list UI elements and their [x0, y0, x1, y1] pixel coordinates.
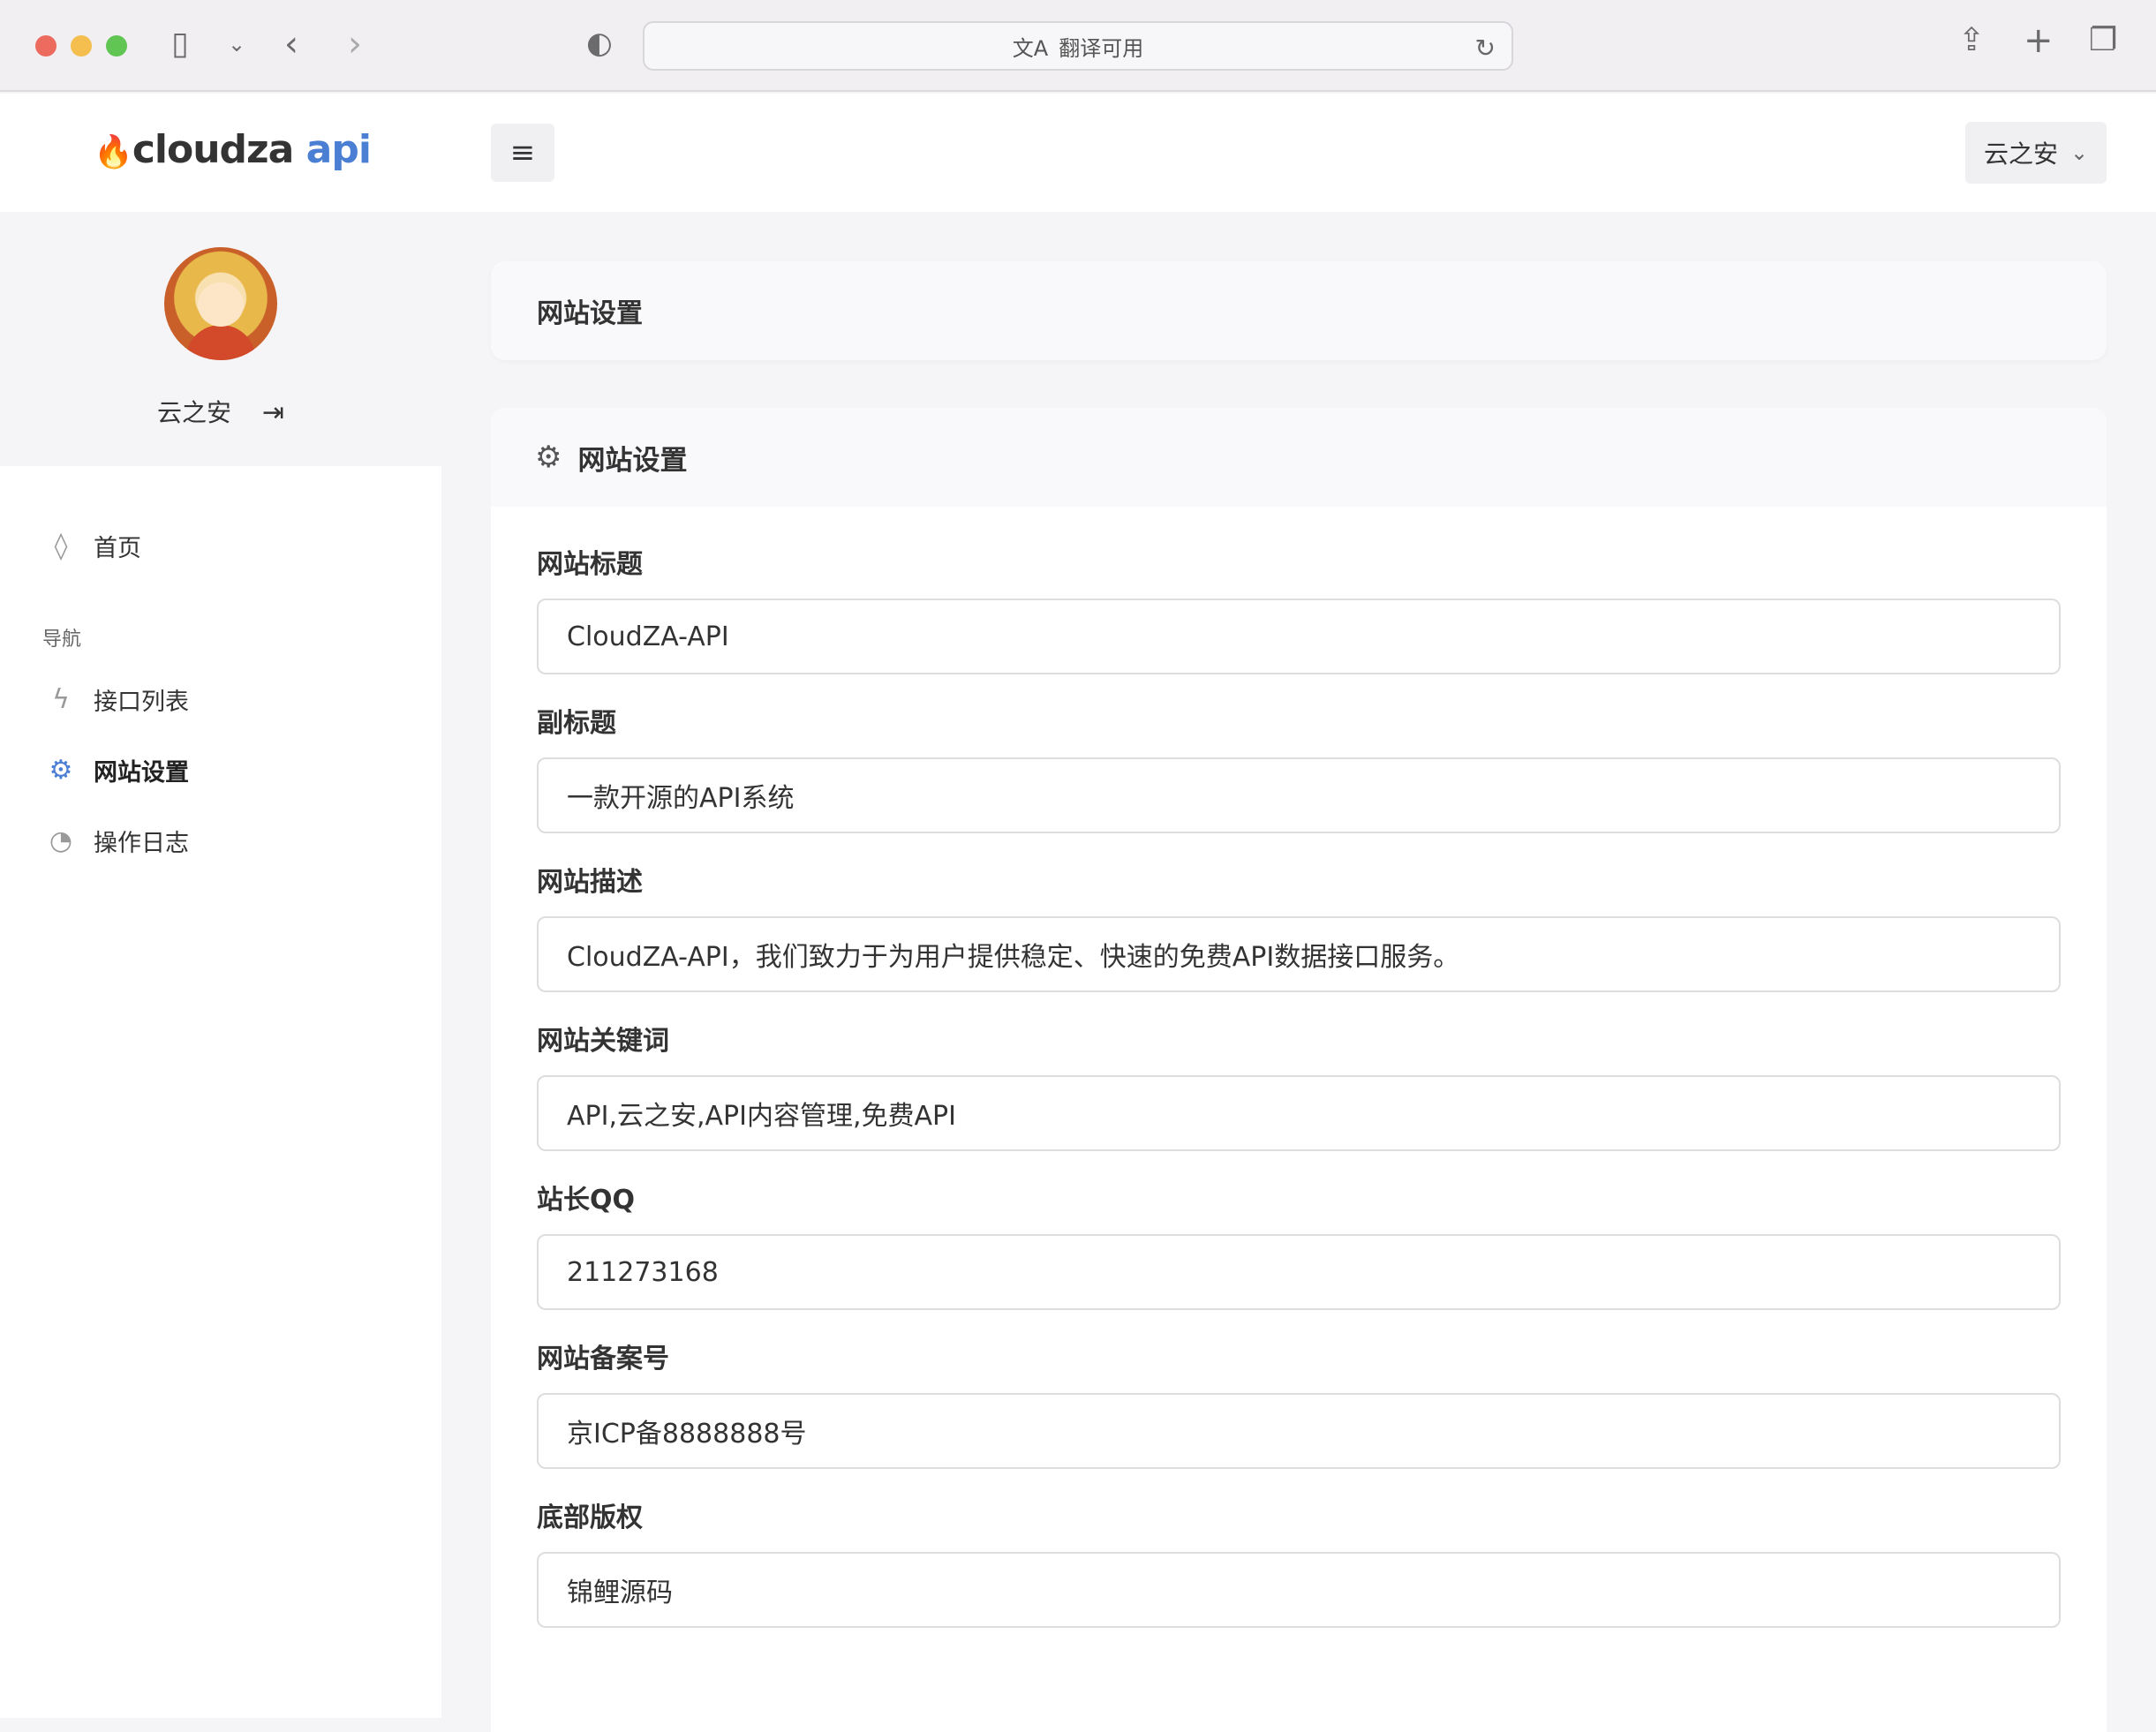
sidebar-item-label: 首页: [94, 534, 141, 562]
avatar-body: [185, 325, 256, 360]
gear-icon: ⚙: [535, 440, 562, 475]
icp-input[interactable]: [537, 1393, 2061, 1469]
back-icon[interactable]: ‹: [284, 26, 298, 62]
qq-label: 站长QQ: [537, 1185, 636, 1216]
sidebar: 云之安 ⇥ ◊ 首页 导航 ϟ 接口列表 ⚙ 网站设置 ◔ 操作日志: [0, 212, 441, 1718]
profile-name-row: 云之安 ⇥: [0, 394, 441, 429]
qq-input[interactable]: [537, 1234, 2061, 1310]
form-group-description: 网站描述: [537, 860, 2061, 992]
address-bar[interactable]: 文A 翻译可用 ↻: [643, 21, 1513, 71]
menu-toggle-button[interactable]: ≡: [491, 124, 554, 182]
logo[interactable]: 🔥cloudza api: [94, 127, 372, 172]
minimize-window-button[interactable]: [71, 35, 92, 56]
form-group-qq: 站长QQ: [537, 1178, 2061, 1310]
sidebar-toggle-icon[interactable]: ▯: [171, 28, 189, 60]
logout-icon[interactable]: ⇥: [262, 397, 284, 428]
profile-panel: 云之安 ⇥: [0, 212, 441, 466]
forward-icon[interactable]: ›: [348, 26, 362, 62]
sidebar-item-label: 网站设置: [94, 758, 189, 787]
profile-name: 云之安: [156, 398, 231, 427]
gear-icon: ⚙: [49, 754, 73, 786]
browser-toolbar: ▯ ⌄ ‹ › ◐ 文A 翻译可用 ↻ ⇪ + ❐: [0, 0, 2156, 92]
logo-main-text: cloudza: [132, 127, 295, 172]
subtitle-label: 副标题: [537, 708, 616, 739]
sidebar-item-operation-log[interactable]: ◔ 操作日志: [0, 805, 441, 876]
close-window-button[interactable]: [35, 35, 57, 56]
user-dropdown-label: 云之安: [1983, 139, 2058, 169]
form-group-copyright: 底部版权: [537, 1495, 2061, 1628]
site-title-input[interactable]: [537, 599, 2061, 674]
app-header: 🔥cloudza api ≡ 云之安 ⌄: [0, 94, 2156, 212]
bolt-icon: ϟ: [52, 683, 70, 715]
tab-overview-icon[interactable]: ❐: [2089, 25, 2117, 56]
share-icon[interactable]: ⇪: [1958, 25, 1985, 56]
subtitle-input[interactable]: [537, 757, 2061, 833]
sidebar-nav: ◊ 首页 导航 ϟ 接口列表 ⚙ 网站设置 ◔ 操作日志: [0, 466, 441, 876]
form-group-keywords: 网站关键词: [537, 1019, 2061, 1151]
site-title-label: 网站标题: [537, 549, 643, 580]
logo-accent-text: api: [305, 127, 372, 172]
keywords-label: 网站关键词: [537, 1026, 669, 1057]
card-header: ⚙ 网站设置: [491, 408, 2107, 507]
sidebar-item-site-settings[interactable]: ⚙ 网站设置: [0, 734, 441, 805]
reload-icon[interactable]: ↻: [1475, 34, 1496, 63]
nav-section-label: 导航: [42, 629, 82, 651]
droplet-icon: ◊: [54, 530, 68, 561]
shield-icon[interactable]: ◐: [586, 28, 613, 58]
hamburger-icon: ≡: [509, 135, 536, 170]
card-title: 网站设置: [577, 444, 688, 477]
sidebar-item-label: 操作日志: [94, 829, 189, 857]
settings-form: 网站标题 副标题 网站描述 网站关键词 站长QQ 网站备案号 底部版权: [491, 507, 2107, 1628]
new-tab-icon[interactable]: +: [2024, 23, 2054, 58]
page-title: 网站设置: [491, 261, 2107, 360]
clock-icon: ◔: [49, 825, 73, 856]
translate-icon[interactable]: 文A: [1013, 31, 1048, 62]
icp-label: 网站备案号: [537, 1344, 669, 1374]
user-dropdown[interactable]: 云之安 ⌄: [1965, 122, 2107, 184]
settings-card: ⚙ 网站设置 网站标题 副标题 网站描述 网站关键词 站长QQ 网站备案号 底部…: [491, 408, 2107, 1732]
avatar[interactable]: [164, 247, 277, 360]
avatar-face: [198, 282, 244, 327]
sidebar-item-home[interactable]: ◊ 首页: [0, 510, 441, 581]
form-group-icp: 网站备案号: [537, 1337, 2061, 1469]
chevron-down-icon[interactable]: ⌄: [228, 34, 245, 55]
maximize-window-button[interactable]: [106, 35, 127, 56]
chevron-down-icon: ⌄: [2069, 140, 2089, 165]
flame-icon: 🔥: [94, 134, 133, 170]
form-group-site-title: 网站标题: [537, 542, 2061, 674]
description-label: 网站描述: [537, 867, 643, 898]
sidebar-item-api-list[interactable]: ϟ 接口列表: [0, 664, 441, 734]
address-bar-text: 翻译可用: [1059, 35, 1144, 61]
copyright-label: 底部版权: [537, 1502, 643, 1533]
form-group-subtitle: 副标题: [537, 701, 2061, 833]
copyright-input[interactable]: [537, 1552, 2061, 1628]
sidebar-item-label: 接口列表: [94, 688, 189, 716]
keywords-input[interactable]: [537, 1075, 2061, 1151]
description-input[interactable]: [537, 916, 2061, 992]
